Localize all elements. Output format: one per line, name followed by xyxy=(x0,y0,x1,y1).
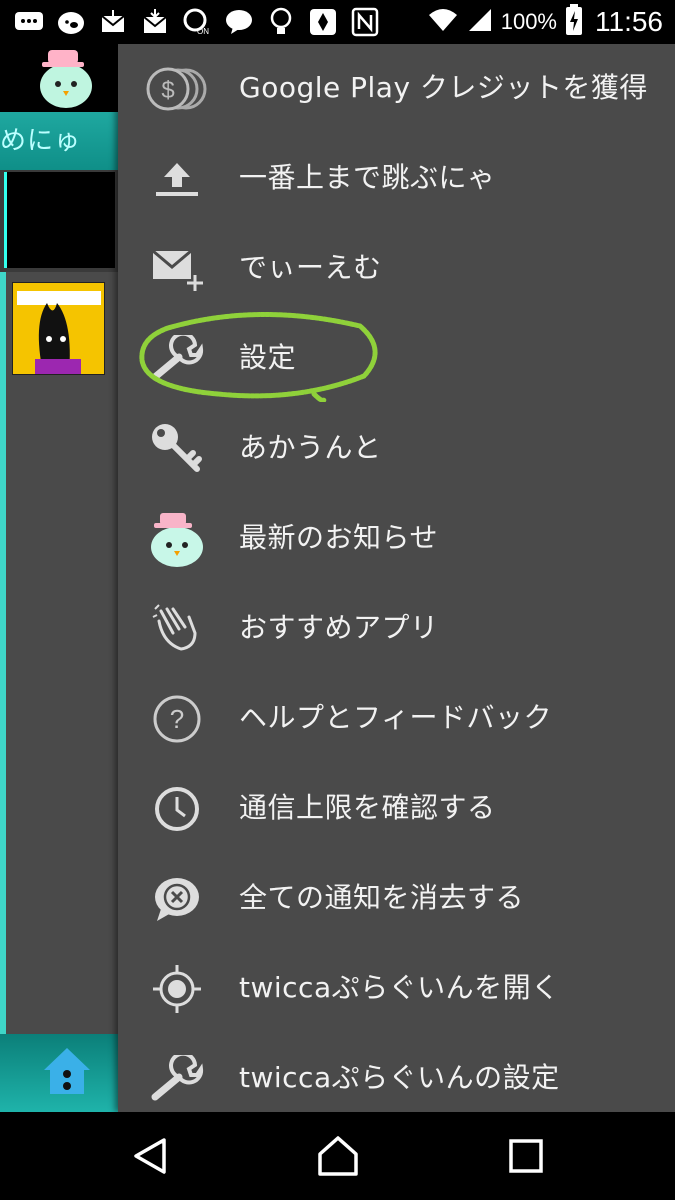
wrench-icon xyxy=(146,1048,208,1110)
bird-home-icon[interactable] xyxy=(40,1044,94,1098)
wifi-icon xyxy=(427,7,459,37)
menu-item-jump-to-top[interactable]: 一番上まで跳ぶにゃ xyxy=(118,134,675,224)
bird-mascot-icon[interactable] xyxy=(34,46,104,110)
menu-item-label: 最新のお知らせ xyxy=(239,521,438,554)
bird-mascot-icon xyxy=(146,508,208,570)
wrench-icon xyxy=(146,328,208,390)
menu-item-open-twicca-plugin[interactable]: twiccaぷらぐいんを開く xyxy=(118,944,675,1034)
user-avatar[interactable] xyxy=(12,282,105,375)
menu-item-label: Google Play クレジットを獲得 xyxy=(239,71,648,104)
help-circle-icon: ? xyxy=(146,688,208,750)
menu-item-help-feedback[interactable]: ? ヘルプとフィードバック xyxy=(118,674,675,764)
menu-item-label: twiccaぷらぐいんを開く xyxy=(239,971,560,1004)
battery-charging-icon xyxy=(565,4,583,40)
mail-download-icon xyxy=(140,7,170,37)
clapping-hands-icon xyxy=(146,598,208,660)
app-badge-icon xyxy=(308,7,338,37)
menu-item-account[interactable]: あかうんと xyxy=(118,404,675,494)
back-icon[interactable] xyxy=(126,1132,174,1180)
recents-icon[interactable] xyxy=(502,1132,550,1180)
chat-dots-icon xyxy=(14,7,44,37)
svg-text:?: ? xyxy=(170,704,184,734)
home-icon[interactable] xyxy=(314,1132,362,1180)
clock-icon xyxy=(146,778,208,840)
mail-icon xyxy=(98,7,128,37)
mail-add-icon xyxy=(146,238,208,300)
coins-icon: $ xyxy=(146,58,208,120)
menu-item-settings[interactable]: 設定 xyxy=(118,314,675,404)
column-header xyxy=(4,172,115,268)
svg-text:$: $ xyxy=(161,77,174,104)
nfc-icon xyxy=(350,7,380,37)
lightbulb-icon xyxy=(266,7,296,37)
tab-menu[interactable]: めにゅ xyxy=(0,120,81,157)
menu-item-twicca-plugin-settings[interactable]: twiccaぷらぐいんの設定 xyxy=(118,1034,675,1112)
menu-item-label: あかうんと xyxy=(239,431,382,464)
dismiss-bubble-icon xyxy=(146,868,208,930)
svg-text:ON: ON xyxy=(197,27,209,36)
notification-icons: ON xyxy=(14,4,380,40)
timeline xyxy=(6,272,118,1072)
menu-item-label: 一番上まで跳ぶにゃ xyxy=(239,161,496,194)
navigation-bar xyxy=(0,1112,675,1200)
menu-item-label: 設定 xyxy=(239,341,297,374)
menu-item-recommended-apps[interactable]: おすすめアプリ xyxy=(118,584,675,674)
menu-item-check-data-limit[interactable]: 通信上限を確認する xyxy=(118,764,675,854)
app-header xyxy=(0,44,130,112)
clock: 11:56 xyxy=(595,6,663,37)
menu-item-label: ヘルプとフィードバック xyxy=(239,701,552,734)
upload-top-icon xyxy=(146,148,208,210)
menu-item-news[interactable]: 最新のお知らせ xyxy=(118,494,675,584)
menu-item-dm[interactable]: でぃーえむ xyxy=(118,224,675,314)
status-bar: ON 100% 11:56 xyxy=(0,0,675,44)
tab-bar: めにゅ xyxy=(0,112,130,170)
status-right: 100% 11:56 xyxy=(427,4,663,40)
key-icon xyxy=(146,418,208,480)
menu-item-label: 全ての通知を消去する xyxy=(239,881,525,914)
signal-icon xyxy=(467,7,493,37)
menu-item-label: でぃーえむ xyxy=(239,251,382,284)
menu-item-clear-notifications[interactable]: 全ての通知を消去する xyxy=(118,854,675,944)
target-icon xyxy=(146,958,208,1020)
menu-item-google-play-credit[interactable]: $ Google Play クレジットを獲得 xyxy=(118,44,675,134)
menu-item-label: 通信上限を確認する xyxy=(239,791,496,824)
nfc-on-icon: ON xyxy=(182,7,212,37)
pig-icon xyxy=(56,7,86,37)
menu-item-label: おすすめアプリ xyxy=(239,611,439,644)
menu-item-label: twiccaぷらぐいんの設定 xyxy=(239,1061,560,1094)
battery-percent: 100% xyxy=(500,9,557,34)
overflow-menu: $ Google Play クレジットを獲得 一番上まで跳ぶにゃ でぃーえむ 設… xyxy=(118,44,675,1112)
message-bubble-icon xyxy=(224,7,254,37)
